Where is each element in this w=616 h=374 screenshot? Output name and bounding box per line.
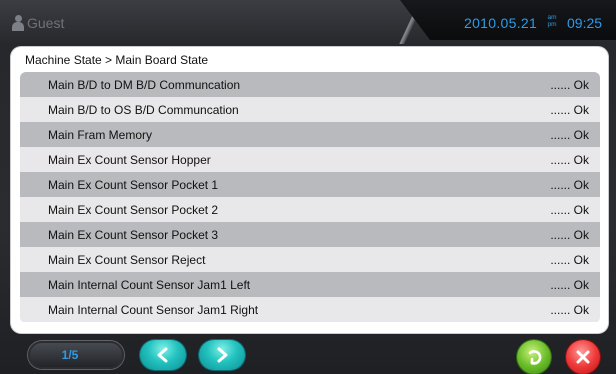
row-status: ...... Ok (550, 302, 589, 317)
row-label: Main Ex Count Sensor Hopper (48, 152, 211, 167)
row-label: Main Ex Count Sensor Reject (48, 252, 206, 267)
am-pm-indicator: am pm (545, 14, 559, 28)
state-list: Main B/D to DM B/D Communcation ...... O… (20, 72, 600, 323)
row-status: ...... Ok (550, 227, 589, 242)
row-status: ...... Ok (550, 277, 589, 292)
page-number: 1/5 (61, 348, 79, 362)
row-label: Main Ex Count Sensor Pocket 3 (48, 227, 219, 242)
page-indicator: 1/5 (28, 341, 124, 369)
main-board-state-panel: Machine State > Main Board State Main B/… (11, 47, 608, 333)
date-display: 2010.05.21 (464, 15, 538, 31)
breadcrumb: Machine State > Main Board State (25, 53, 209, 67)
close-icon (576, 350, 590, 364)
row-label: Main B/D to DM B/D Communcation (48, 77, 241, 92)
user-name: Guest (27, 15, 65, 31)
row-status: ...... Ok (550, 102, 589, 117)
confirm-button[interactable] (517, 340, 551, 374)
list-item: Main Internal Count Sensor Jam1 Left ...… (20, 272, 600, 297)
pm-label: pm (547, 21, 557, 28)
row-label: Main Ex Count Sensor Pocket 1 (48, 177, 219, 192)
row-label: Main Ex Count Sensor Pocket 2 (48, 202, 219, 217)
row-status: ...... Ok (550, 202, 589, 217)
time-display: 09:25 (567, 15, 603, 31)
chevron-left-icon (157, 347, 168, 363)
am-label: am (547, 14, 557, 21)
list-item: Main Ex Count Sensor Pocket 3 ...... Ok (20, 222, 600, 247)
bottom-bar: 1/5 (0, 336, 616, 374)
row-label: Main Internal Count Sensor Jam1 Right (48, 302, 259, 317)
list-item: Main B/D to OS B/D Communcation ...... O… (20, 97, 600, 122)
row-status: ...... Ok (550, 152, 589, 167)
list-item: Main Ex Count Sensor Hopper ...... Ok (20, 147, 600, 172)
previous-page-button[interactable] (140, 340, 186, 370)
user-icon (12, 15, 24, 31)
list-item: Main Fram Memory ...... Ok (20, 122, 600, 147)
list-item: Main Ex Count Sensor Pocket 2 ...... Ok (20, 197, 600, 222)
return-arrow-icon (528, 350, 542, 365)
list-item: Main Ex Count Sensor Reject ...... Ok (20, 247, 600, 272)
list-item: Main Internal Count Sensor Jam1 Right ..… (20, 297, 600, 322)
row-label: Main Fram Memory (48, 127, 153, 142)
row-status: ...... Ok (550, 127, 589, 142)
top-bar: Guest 2010.05.21 am pm 09:25 (0, 0, 616, 44)
row-label: Main Internal Count Sensor Jam1 Left (48, 277, 251, 292)
list-item: Main B/D to DM B/D Communcation ...... O… (20, 72, 600, 97)
row-status: ...... Ok (550, 252, 589, 267)
row-status: ...... Ok (550, 177, 589, 192)
chevron-right-icon (217, 347, 228, 363)
next-page-button[interactable] (199, 340, 245, 370)
user-indicator[interactable]: Guest (12, 15, 64, 31)
close-button[interactable] (566, 340, 600, 374)
row-status: ...... Ok (550, 77, 589, 92)
row-label: Main B/D to OS B/D Communcation (48, 102, 239, 117)
list-item: Main Ex Count Sensor Pocket 1 ...... Ok (20, 172, 600, 197)
